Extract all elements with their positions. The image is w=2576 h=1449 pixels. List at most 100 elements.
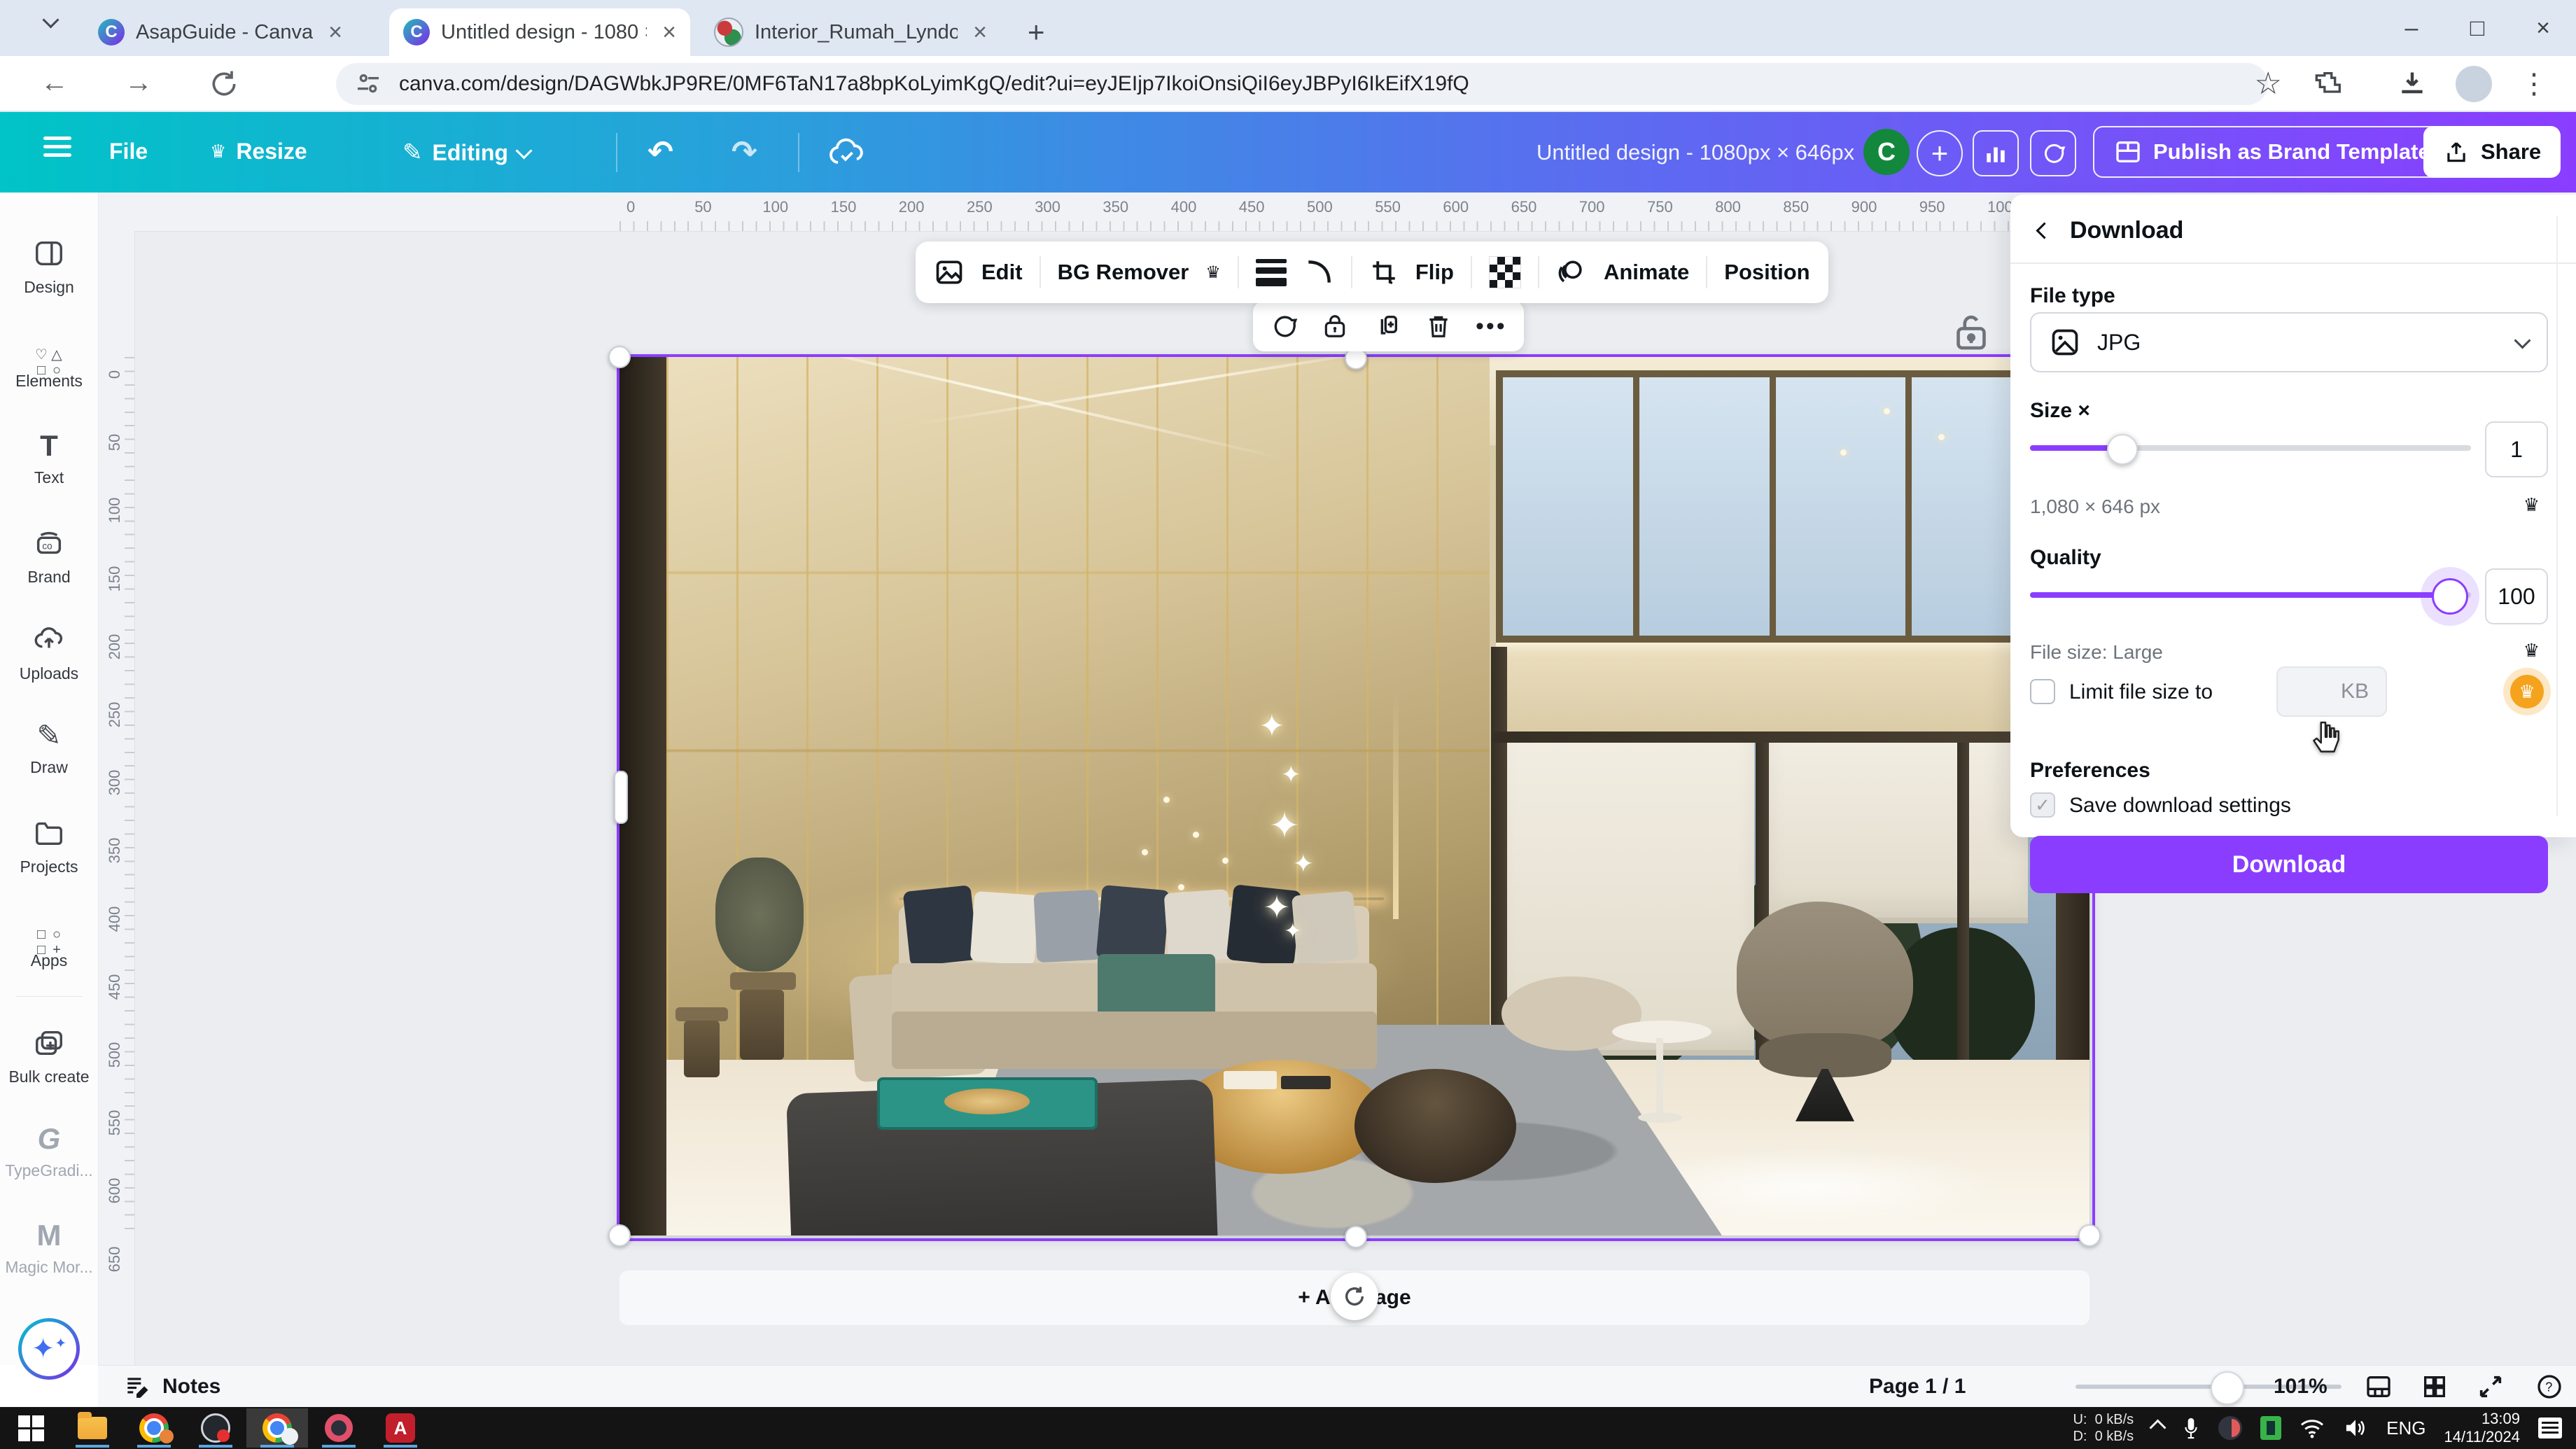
zoom-percent[interactable]: 101% [2274, 1375, 2328, 1399]
resize-menu[interactable]: ♛ Resize [210, 139, 307, 164]
kb-limit-input[interactable]: KB [2276, 666, 2387, 717]
sidebar-item-projects[interactable]: Projects [0, 814, 98, 876]
redo-button[interactable]: ↷ [732, 134, 757, 170]
tray-green-app-icon[interactable] [2260, 1416, 2281, 1440]
close-window-button[interactable]: × [2510, 0, 2576, 56]
wifi-icon[interactable] [2300, 1418, 2325, 1438]
page-indicator[interactable]: Page 1 / 1 [1869, 1375, 1966, 1399]
undo-button[interactable]: ↶ [648, 134, 673, 170]
panel-back-icon[interactable] [2036, 222, 2052, 239]
forward-icon[interactable]: → [125, 67, 153, 99]
microphone-icon[interactable] [2182, 1416, 2200, 1440]
size-slider-handle[interactable] [2107, 434, 2138, 465]
pages-view-icon[interactable] [2365, 1373, 2393, 1401]
selection-handle-left-middle[interactable] [614, 771, 628, 824]
insights-icon[interactable] [1973, 130, 2019, 176]
editing-menu[interactable]: ✎ Editing [402, 139, 530, 167]
browser-menu-icon[interactable]: ⋮ [2520, 68, 2548, 100]
design-page[interactable]: ✦ ✦ ✦ ✦ ✦ ✦ [620, 357, 2090, 1236]
panel-scrollbar[interactable] [2556, 216, 2558, 816]
bookmark-star-icon[interactable]: ☆ [2255, 66, 2282, 102]
browser-tab-2-active[interactable]: C Untitled design - 1080 × 646px × [389, 8, 690, 56]
chrome-icon[interactable] [123, 1408, 185, 1448]
recorder-icon[interactable] [308, 1408, 370, 1448]
url-bar[interactable]: canva.com/design/DAGWbkJP9RE/0MF6TaN17a8… [336, 63, 2268, 105]
fullscreen-icon[interactable] [2477, 1373, 2505, 1401]
unlock-icon[interactable] [1952, 311, 1991, 353]
flip-button[interactable]: Flip [1415, 260, 1454, 285]
cloud-saved-icon[interactable] [827, 134, 867, 169]
publish-brand-template-button[interactable]: Publish as Brand Template [2093, 126, 2451, 178]
maximize-button[interactable]: □ [2444, 0, 2510, 56]
animate-label[interactable]: Animate [1604, 260, 1689, 285]
duplicate-icon[interactable] [1372, 312, 1401, 340]
extensions-icon[interactable] [2314, 69, 2345, 99]
rotate-handle[interactable] [1331, 1273, 1378, 1320]
new-tab-button[interactable]: + [1028, 20, 1045, 45]
help-icon[interactable]: ? [2535, 1373, 2563, 1401]
site-settings-icon[interactable] [354, 70, 382, 98]
tray-app-icon[interactable] [2218, 1416, 2242, 1440]
sidebar-item-design[interactable]: Design [0, 234, 98, 297]
edit-image-icon[interactable] [934, 257, 965, 288]
save-settings-checkbox[interactable]: ✓ [2030, 792, 2055, 818]
tray-expand-icon[interactable] [2152, 1417, 2164, 1439]
more-options-icon[interactable]: ••• [1476, 313, 1507, 340]
tab-close-icon[interactable]: × [662, 19, 676, 46]
lock-icon[interactable] [1322, 312, 1348, 340]
tab-close-icon[interactable]: × [973, 19, 987, 46]
sidebar-item-uploads[interactable]: Uploads [0, 621, 98, 683]
selection-handle-bottom-center[interactable] [1345, 1226, 1367, 1248]
share-button[interactable]: Share [2423, 126, 2561, 178]
limit-file-size-checkbox[interactable] [2030, 679, 2055, 704]
sidebar-item-draw[interactable]: ✎ Draw [0, 718, 98, 777]
sidebar-item-bulk-create[interactable]: Bulk create [0, 1024, 98, 1086]
animate-icon[interactable] [1556, 257, 1587, 288]
sidebar-item-elements[interactable]: ♡△□○ Elements [0, 331, 98, 391]
account-avatar[interactable]: C [1863, 129, 1910, 175]
obs-icon[interactable] [185, 1408, 246, 1448]
document-title[interactable]: Untitled design - 1080px × 646px [1536, 140, 1837, 165]
curve-icon[interactable] [1303, 257, 1334, 288]
grid-view-icon[interactable] [2421, 1373, 2449, 1401]
tab-search-icon[interactable] [42, 11, 59, 28]
sidebar-item-text[interactable]: T Text [0, 428, 98, 487]
add-member-button[interactable]: + [1917, 130, 1963, 176]
file-explorer-icon[interactable] [62, 1408, 123, 1448]
canva-assistant-button[interactable]: ✦✦ [18, 1318, 80, 1380]
minimize-button[interactable]: – [2379, 0, 2444, 56]
start-button[interactable] [0, 1408, 62, 1448]
transparency-icon[interactable] [1489, 256, 1521, 288]
browser-tab-1[interactable]: C AsapGuide - Canva × [84, 8, 378, 56]
size-value-input[interactable]: 1 [2485, 421, 2548, 477]
back-icon[interactable]: ← [41, 67, 69, 99]
chrome-active-icon[interactable] [246, 1408, 308, 1448]
sidebar-item-apps[interactable]: □○□+ Apps [0, 911, 98, 970]
selection-handle-bottom-left[interactable] [608, 1224, 631, 1247]
acrobat-icon[interactable]: A [370, 1408, 431, 1448]
volume-icon[interactable] [2343, 1417, 2368, 1439]
quality-slider-handle[interactable] [2432, 578, 2468, 615]
browser-profile-avatar[interactable] [2456, 66, 2492, 102]
clock[interactable]: 13:09 14/11/2024 [2444, 1410, 2520, 1446]
quality-value-input[interactable]: 100 [2485, 568, 2548, 624]
home-menu-icon[interactable] [43, 132, 71, 162]
sidebar-item-typegradient[interactable]: G TypeGradi... [0, 1121, 98, 1180]
reload-icon[interactable] [209, 69, 239, 99]
tab-close-icon[interactable]: × [328, 19, 342, 46]
file-type-dropdown[interactable]: JPG [2030, 312, 2548, 372]
notification-center-icon[interactable] [2538, 1418, 2562, 1438]
edit-label[interactable]: Edit [981, 260, 1023, 285]
notes-button[interactable]: Notes [123, 1373, 220, 1400]
zoom-slider-handle[interactable] [2211, 1371, 2244, 1405]
downloads-icon[interactable] [2397, 69, 2428, 99]
browser-tab-3[interactable]: Interior_Rumah_Lyndon_at_Nav × [700, 8, 1001, 56]
selection-handle-bottom-right[interactable] [2078, 1224, 2101, 1247]
bg-remover-button[interactable]: BG Remover [1058, 260, 1189, 285]
comments-icon[interactable] [2030, 130, 2076, 176]
crop-icon[interactable] [1369, 258, 1399, 287]
selection-handle-top-left[interactable] [608, 346, 631, 368]
sidebar-item-brand[interactable]: co Brand [0, 524, 98, 587]
file-menu[interactable]: File [109, 139, 148, 164]
language-indicator[interactable]: ENG [2386, 1418, 2426, 1439]
